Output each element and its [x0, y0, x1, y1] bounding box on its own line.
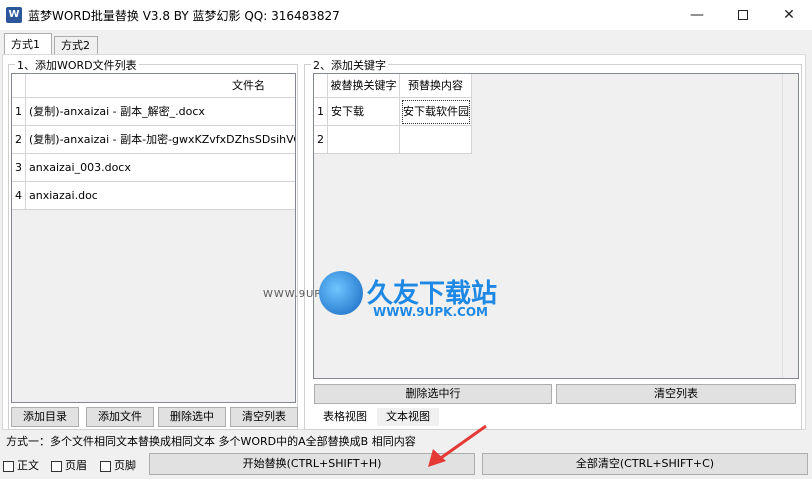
annotation-arrow-icon	[428, 424, 487, 467]
